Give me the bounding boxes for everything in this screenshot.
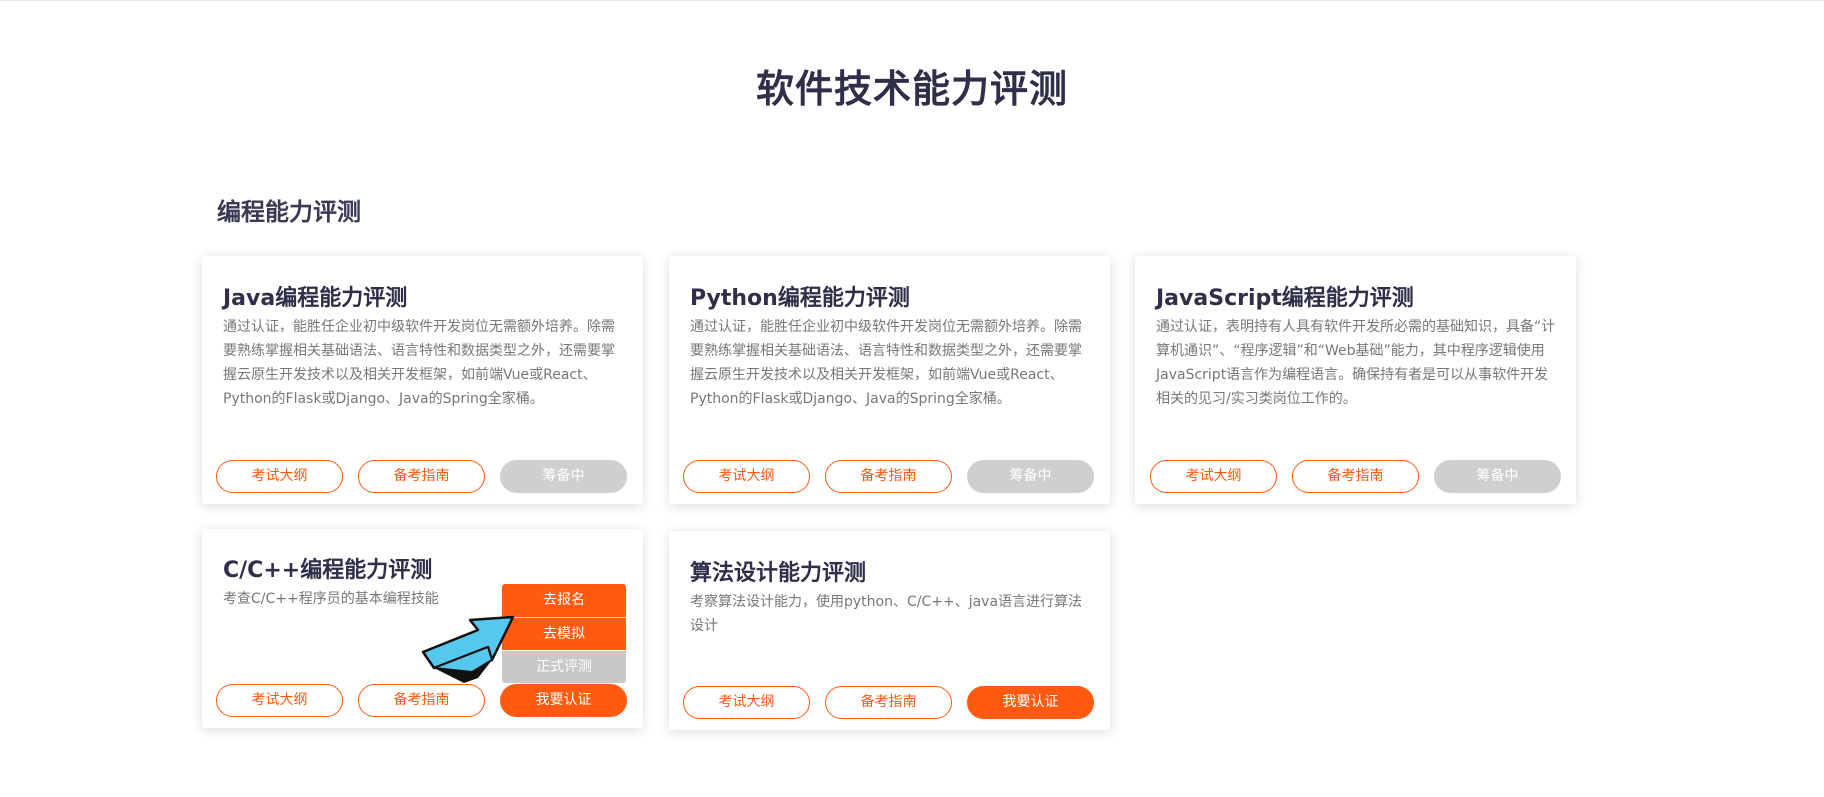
card-title: Python编程能力评测: [690, 286, 910, 311]
certify-button[interactable]: 我要认证: [500, 684, 627, 717]
card-algorithm: 算法设计能力评测 考察算法设计能力，使用python、C/C++、java语言进…: [669, 531, 1110, 730]
formal-exam-menu-item[interactable]: 正式评测: [502, 650, 626, 683]
study-guide-button[interactable]: 备考指南: [825, 460, 952, 493]
preparing-button[interactable]: 筹备中: [500, 460, 627, 493]
study-guide-button[interactable]: 备考指南: [1292, 460, 1419, 493]
exam-syllabus-button[interactable]: 考试大纲: [1150, 460, 1277, 493]
preparing-button[interactable]: 筹备中: [967, 460, 1094, 493]
exam-syllabus-button[interactable]: 考试大纲: [683, 686, 810, 719]
card-title: 算法设计能力评测: [690, 561, 867, 586]
card-python: Python编程能力评测 通过认证，能胜任企业初中级软件开发岗位无需额外培养。除…: [669, 256, 1110, 504]
card-description: 通过认证，能胜任企业初中级软件开发岗位无需额外培养。除需要熟练掌握相关基础语法、…: [223, 319, 615, 407]
card-description: 通过认证，能胜任企业初中级软件开发岗位无需额外培养。除需要熟练掌握相关基础语法、…: [690, 319, 1082, 407]
exam-syllabus-button[interactable]: 考试大纲: [216, 460, 343, 493]
exam-syllabus-button[interactable]: 考试大纲: [683, 460, 810, 493]
card-description: 通过认证，表明持有人具有软件开发所必需的基础知识，具备“计算机通识”、“程序逻辑…: [1156, 319, 1556, 407]
page-title: 软件技术能力评测: [755, 67, 1068, 111]
study-guide-button[interactable]: 备考指南: [825, 686, 952, 719]
card-title: Java编程能力评测: [223, 286, 408, 311]
card-javascript: JavaScript编程能力评测 通过认证，表明持有人具有软件开发所必需的基础知…: [1135, 256, 1576, 504]
section-title: 编程能力评测: [217, 198, 361, 226]
card-description: 考察算法设计能力，使用python、C/C++、java语言进行算法设计: [690, 594, 1083, 634]
card-title: JavaScript编程能力评测: [1156, 286, 1414, 311]
exam-syllabus-button[interactable]: 考试大纲: [216, 684, 343, 717]
certify-button[interactable]: 我要认证: [967, 686, 1094, 719]
preparing-button[interactable]: 筹备中: [1434, 460, 1561, 493]
study-guide-button[interactable]: 备考指南: [358, 460, 485, 493]
card-java: Java编程能力评测 通过认证，能胜任企业初中级软件开发岗位无需额外培养。除需要…: [202, 256, 643, 504]
pointer-arrow-icon: [421, 615, 515, 683]
sign-up-menu-item[interactable]: 去报名: [502, 584, 626, 617]
study-guide-button[interactable]: 备考指南: [358, 684, 485, 717]
certify-dropdown-menu: 去报名 去模拟 正式评测: [502, 584, 626, 683]
mock-exam-menu-item[interactable]: 去模拟: [502, 617, 626, 650]
top-divider: [0, 0, 1824, 1]
card-title: C/C++编程能力评测: [223, 558, 433, 583]
